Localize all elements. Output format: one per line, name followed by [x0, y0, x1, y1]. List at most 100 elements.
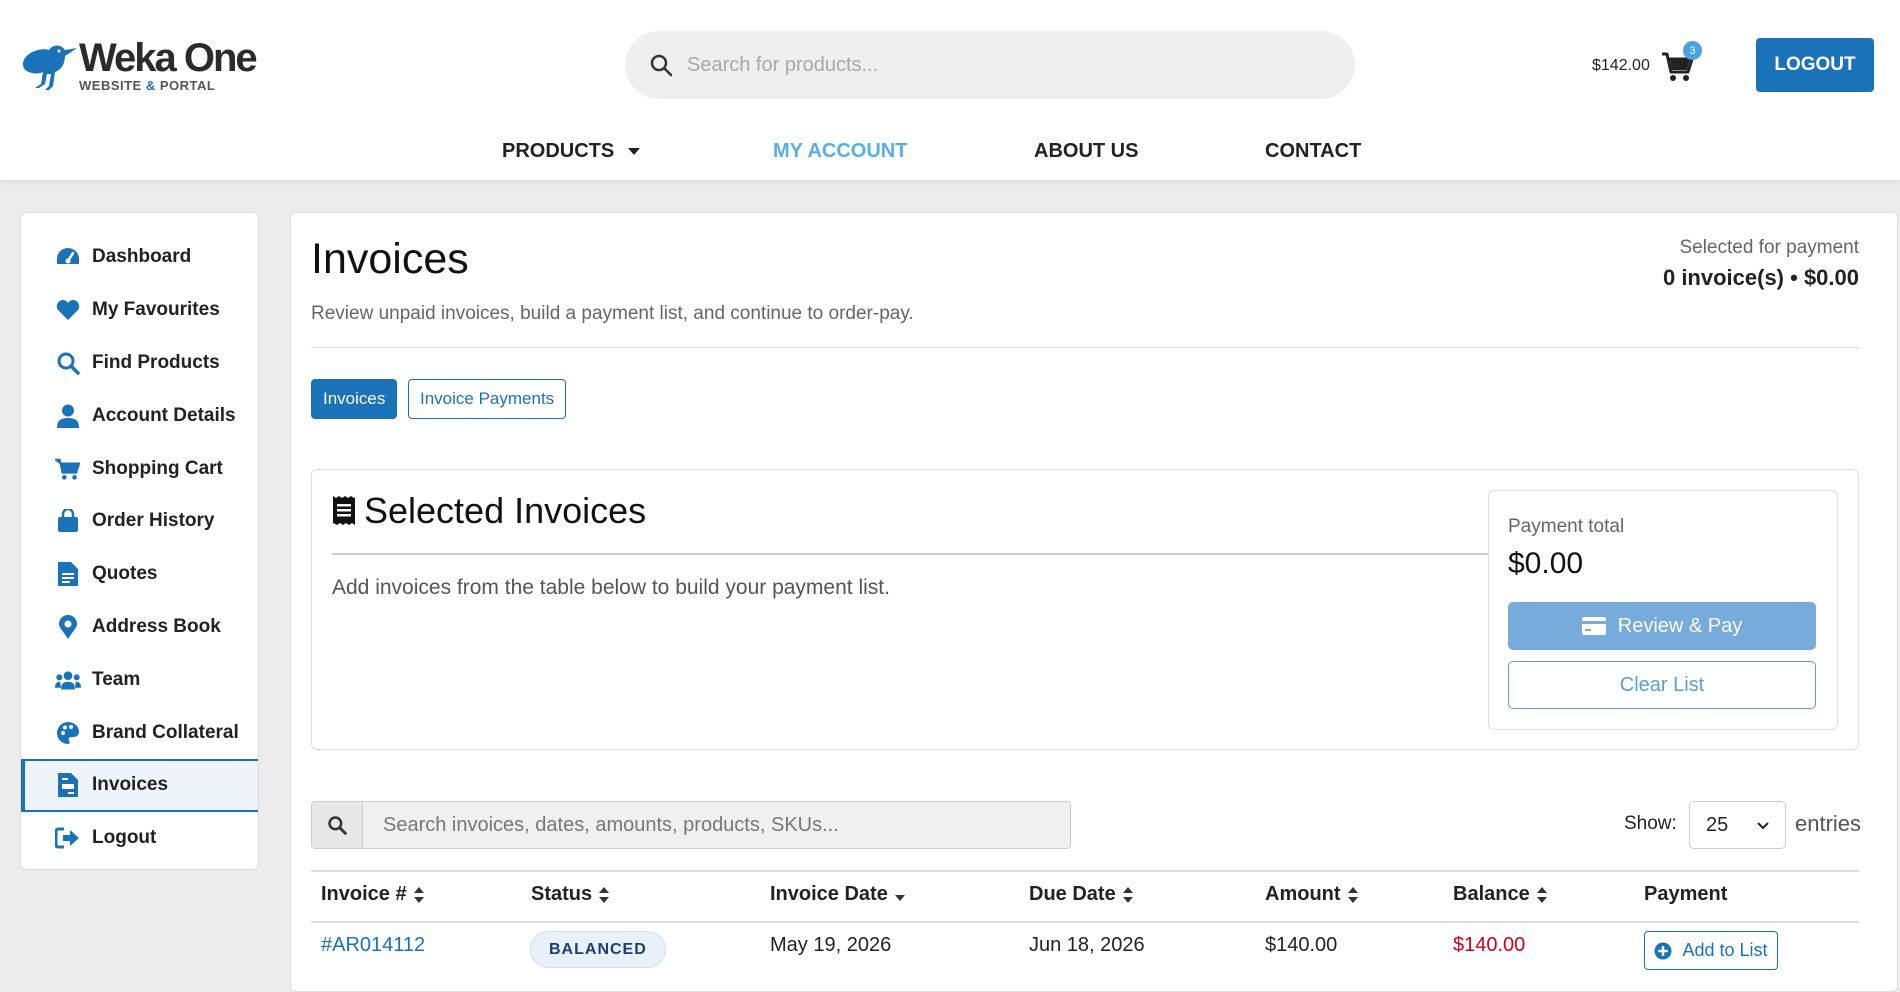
column-invoice-date[interactable]: Invoice Date — [770, 883, 906, 906]
column-label: Payment — [1644, 883, 1728, 905]
status-badge: BALANCED — [530, 931, 666, 968]
plus-circle-icon — [1654, 942, 1672, 959]
review-and-pay-label: Review & Pay — [1617, 614, 1743, 637]
tab-invoices[interactable]: Invoices — [311, 379, 398, 419]
sort-icon — [599, 886, 610, 903]
sort-icon — [1347, 886, 1358, 903]
table-border — [311, 870, 1859, 872]
weka-bird-icon — [22, 45, 78, 90]
sidebar-item-quotes[interactable]: Quotes — [21, 548, 258, 601]
sidebar-item-order-history[interactable]: Order History — [21, 495, 258, 548]
invoice-icon — [55, 772, 81, 798]
column-label: Balance — [1453, 883, 1530, 905]
sidebar-item-label: Order History — [92, 510, 215, 532]
sidebar-item-label: Invoices — [92, 774, 169, 796]
sidebar-item-favourites[interactable]: My Favourites — [21, 284, 258, 337]
invoice-search-group — [311, 801, 1071, 849]
nav-about-us[interactable]: ABOUT US — [1034, 140, 1138, 163]
divider — [332, 553, 1488, 555]
sidebar-item-invoices[interactable]: Invoices — [21, 758, 258, 812]
palette-icon — [55, 720, 81, 746]
sort-icon — [1122, 886, 1133, 903]
sidebar-item-account-details[interactable]: Account Details — [21, 389, 258, 442]
header-logout-button[interactable]: LOGOUT — [1756, 38, 1874, 92]
column-label: Status — [531, 883, 593, 905]
product-search-bar — [625, 31, 1355, 99]
nav-my-account[interactable]: MY ACCOUNT — [773, 140, 907, 163]
add-to-list-label: Add to List — [1682, 940, 1768, 960]
clear-list-button[interactable]: Clear List — [1508, 661, 1816, 709]
map-pin-icon — [55, 614, 81, 640]
sidebar-item-label: Logout — [92, 827, 157, 849]
invoice-number-link[interactable]: #AR014112 — [321, 934, 425, 957]
heart-icon — [55, 297, 81, 323]
selected-invoices-title: Selected Invoices — [364, 490, 647, 531]
due-date-cell: Jun 18, 2026 — [1029, 934, 1145, 956]
sidebar-item-address-book[interactable]: Address Book — [21, 601, 258, 654]
page-subtitle: Review unpaid invoices, build a payment … — [311, 303, 914, 324]
review-and-pay-button[interactable]: Review & Pay — [1508, 602, 1816, 650]
invoice-search-input[interactable] — [363, 802, 1070, 848]
search-icon — [650, 54, 673, 77]
sidebar-item-label: Dashboard — [92, 246, 192, 268]
column-due-date[interactable]: Due Date — [1029, 883, 1134, 906]
brand-tagline-right: PORTAL — [159, 78, 216, 93]
nav-contact[interactable]: CONTACT — [1265, 140, 1361, 163]
team-icon — [55, 667, 81, 693]
sidebar-item-shopping-cart[interactable]: Shopping Cart — [21, 442, 258, 495]
user-icon — [55, 403, 81, 429]
logout-icon — [55, 825, 81, 851]
payment-total-label: Payment total — [1508, 516, 1625, 537]
selected-invoices-description: Add invoices from the table below to bui… — [332, 576, 890, 599]
brand-tagline-left: WEBSITE — [79, 78, 142, 93]
add-to-list-button[interactable]: Add to List — [1644, 931, 1778, 970]
column-invoice-number[interactable]: Invoice # — [321, 883, 425, 906]
sidebar-item-dashboard[interactable]: Dashboard — [21, 231, 258, 284]
sort-descending-icon — [894, 894, 905, 901]
column-label: Invoice Date — [770, 883, 888, 905]
chevron-down-icon — [628, 148, 641, 156]
column-label: Due Date — [1029, 883, 1116, 905]
credit-card-icon — [1581, 617, 1606, 635]
search-icon — [55, 350, 81, 376]
brand-name: Weka One — [79, 36, 258, 80]
sidebar-item-label: Shopping Cart — [92, 457, 223, 479]
sidebar-item-team[interactable]: Team — [21, 653, 258, 706]
document-icon — [55, 561, 81, 587]
table-header-divider — [311, 921, 1859, 923]
product-search-input[interactable] — [687, 53, 1287, 77]
sidebar-item-find-products[interactable]: Find Products — [21, 337, 258, 390]
sidebar-item-logout[interactable]: Logout — [21, 812, 258, 865]
sort-icon — [413, 886, 424, 903]
column-label: Invoice # — [321, 883, 407, 905]
divider — [311, 347, 1859, 348]
sidebar-item-label: Team — [92, 668, 141, 690]
column-balance[interactable]: Balance — [1453, 883, 1548, 906]
sidebar-item-label: Address Book — [92, 615, 221, 637]
column-label: Amount — [1265, 883, 1341, 905]
sidebar-item-brand-collateral[interactable]: Brand Collateral — [21, 706, 258, 759]
sidebar-item-label: Find Products — [92, 351, 220, 373]
invoices-panel: Invoices Review unpaid invoices, build a… — [290, 212, 1898, 992]
cart-count-badge: 3 — [1683, 41, 1702, 60]
account-sidebar: Dashboard My Favourites Find Products Ac… — [20, 212, 259, 870]
page-title: Invoices — [311, 235, 469, 283]
entries-per-page-value: 25 — [1706, 813, 1729, 836]
brand-tagline: WEBSITE & PORTAL — [79, 78, 215, 93]
tab-invoice-payments[interactable]: Invoice Payments — [408, 379, 567, 419]
column-status[interactable]: Status — [531, 883, 610, 906]
balance-cell: $140.00 — [1453, 934, 1526, 956]
shopping-bag-icon — [55, 508, 81, 534]
selected-for-payment-label: Selected for payment — [1679, 237, 1859, 258]
dashboard-gauge-icon — [55, 244, 81, 270]
brand-logo[interactable]: Weka One WEBSITE & PORTAL — [19, 36, 289, 96]
site-header: Weka One WEBSITE & PORTAL $142.00 3 LOGO… — [0, 0, 1900, 180]
brand-tagline-amp: & — [145, 78, 156, 93]
show-entries-label: Show: — [1624, 813, 1677, 834]
entries-per-page-select[interactable]: 25 — [1689, 801, 1786, 849]
column-amount[interactable]: Amount — [1265, 883, 1359, 906]
invoice-date-cell: May 19, 2026 — [770, 934, 892, 956]
nav-products[interactable]: PRODUCTS — [502, 140, 641, 163]
column-payment: Payment — [1644, 883, 1727, 906]
payment-total-value: $0.00 — [1508, 547, 1584, 580]
